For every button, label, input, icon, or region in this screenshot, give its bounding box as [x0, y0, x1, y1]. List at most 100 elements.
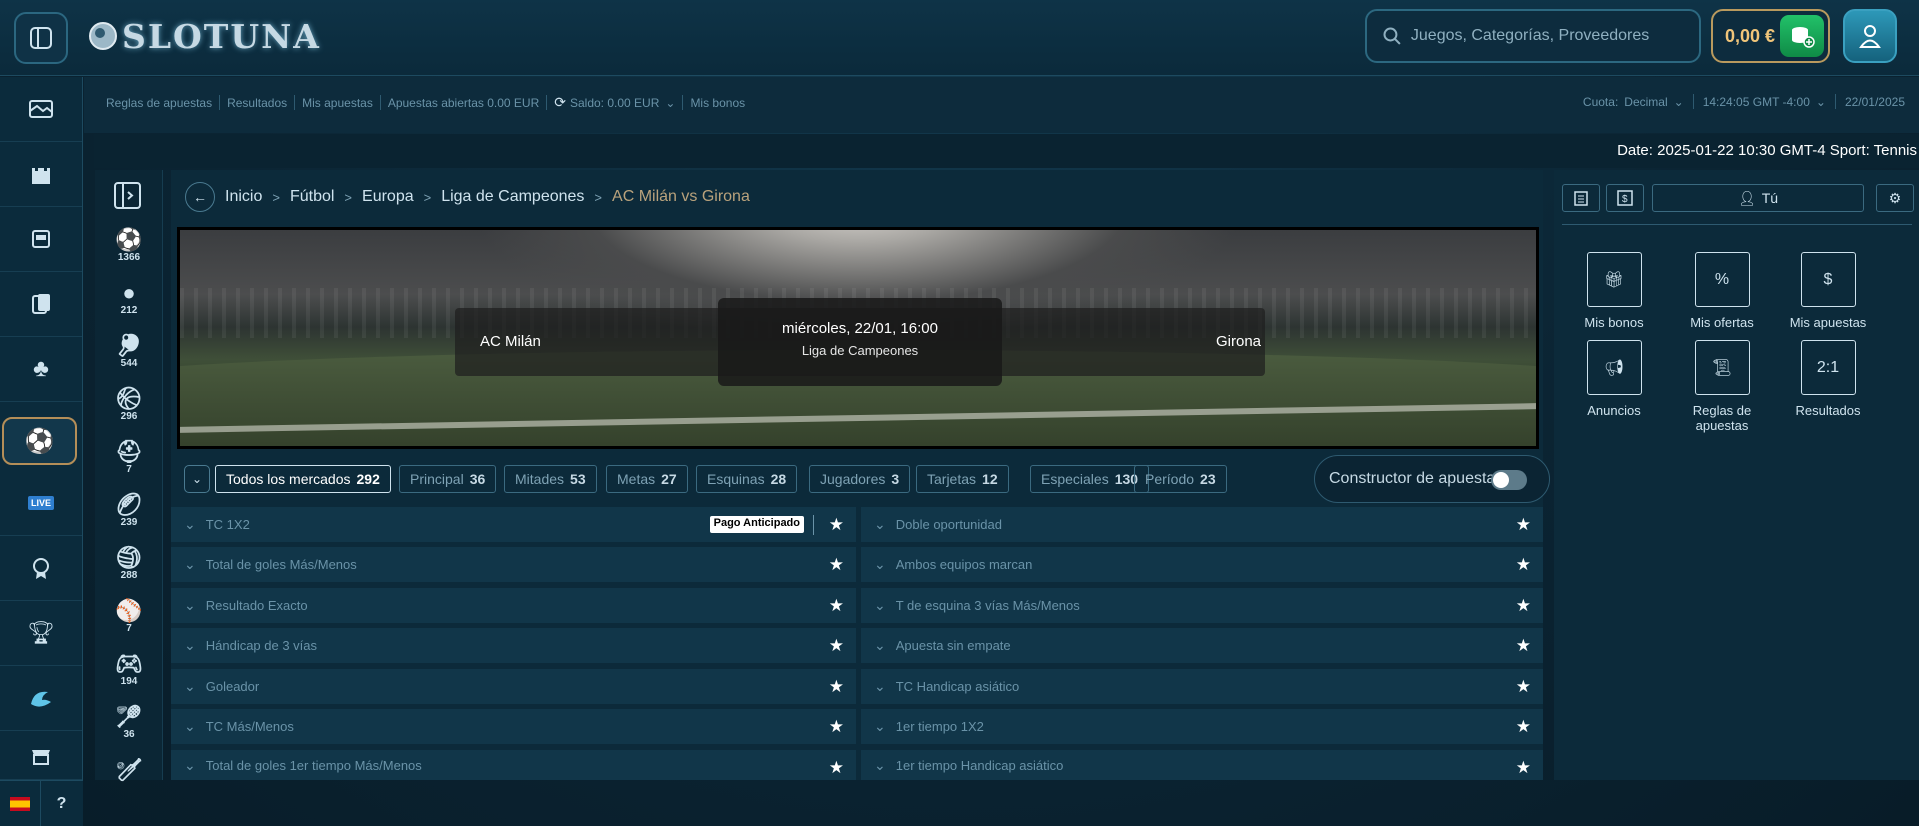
logo[interactable]: SLOTUNA	[88, 14, 321, 58]
breadcrumb-league[interactable]: Liga de Campeones	[441, 188, 584, 206]
market-row[interactable]: ⌄ TC Más/Menos ★	[171, 709, 856, 744]
link-my-bonuses[interactable]: Mis bonos	[690, 96, 745, 110]
market-tab[interactable]: Tarjetas 12	[916, 465, 1009, 493]
star-icon[interactable]: ★	[1516, 677, 1531, 697]
sports-panel-toggle[interactable]	[114, 182, 141, 209]
deposit-button[interactable]	[1780, 15, 1824, 57]
language-selector[interactable]	[0, 781, 41, 826]
sport-item[interactable]: 🏉︎ 239	[95, 493, 163, 529]
sidebar-item-live[interactable]: LIVE	[0, 471, 82, 536]
market-tab[interactable]: Principal 36	[399, 465, 497, 493]
market-row[interactable]: ⌄ T de esquina 3 vías Más/Menos ★	[861, 588, 1543, 623]
market-row[interactable]: ⌄ 1er tiempo Handicap asiático ★	[861, 750, 1543, 780]
quick-link[interactable]: $ Mis apuestas	[1778, 252, 1878, 330]
market-row[interactable]: ⌄ 1er tiempo 1X2 ★	[861, 709, 1543, 744]
settings-button[interactable]: ⚙	[1876, 184, 1914, 212]
breadcrumb-sport[interactable]: Fútbol	[290, 188, 334, 206]
star-icon[interactable]: ★	[1516, 717, 1531, 737]
sport-item[interactable]: ⛑︎ 7	[95, 440, 163, 476]
sidebar-item-poker[interactable]: ♣	[0, 337, 82, 402]
betslip-tab[interactable]	[1562, 184, 1600, 212]
sidebar-item-crash[interactable]	[0, 666, 82, 731]
refresh-icon[interactable]: ⟳	[554, 94, 566, 111]
market-row[interactable]: ⌄ Total de goles 1er tiempo Más/Menos ★	[171, 750, 856, 780]
sidebar-toggle-button[interactable]	[14, 12, 68, 64]
star-icon[interactable]: ★	[829, 555, 844, 575]
market-tab[interactable]: Período 23	[1134, 465, 1227, 493]
market-row[interactable]: ⌄ Ambos equipos marcan ★	[861, 547, 1543, 582]
collapse-all-button[interactable]: ⌄	[184, 465, 210, 493]
search-box[interactable]	[1365, 9, 1701, 63]
market-row[interactable]: ⌄ Hándicap de 3 vías ★	[171, 628, 856, 663]
market-tab[interactable]: Jugadores 3	[809, 465, 911, 493]
user-tab-label: Tú	[1761, 190, 1779, 206]
market-row[interactable]: ⌄ Total de goles Más/Menos ★	[171, 547, 856, 582]
sidebar-item-tournaments[interactable]: 🏆︎	[0, 601, 82, 666]
sidebar-item-vip[interactable]	[0, 536, 82, 601]
star-icon[interactable]: ★	[1516, 515, 1531, 535]
help-button[interactable]: ?	[41, 781, 82, 826]
market-row[interactable]: ⌄ TC 1X2 ★ Pago Anticipado	[171, 507, 856, 542]
quick-link[interactable]: 🎁︎ Mis bonos	[1564, 252, 1664, 330]
cashout-tab[interactable]: $	[1606, 184, 1644, 212]
market-row[interactable]: ⌄ Resultado Exacto ★	[171, 588, 856, 623]
market-tab[interactable]: Mitades 53	[504, 465, 597, 493]
link-balance[interactable]: Saldo: 0.00 EUR	[570, 96, 659, 110]
market-row[interactable]: ⌄ TC Handicap asiático ★	[861, 669, 1543, 704]
sport-item[interactable]: ⚽ 1366	[95, 228, 163, 264]
star-icon[interactable]: ★	[1516, 596, 1531, 616]
user-tab[interactable]: 👤︎ Tú	[1652, 184, 1864, 212]
quick-link[interactable]: 2:1 Resultados	[1778, 340, 1878, 418]
sports-strip: ⚽ 1366 ● 212 🏓︎ 544 🏀︎ 296 ⛑︎ 7 🏉︎ 239 🏐︎ 288 ⚾ 7 🎮︎ 194 🏸…	[95, 170, 163, 782]
sport-item[interactable]: 🏀︎ 296	[95, 387, 163, 423]
sport-item[interactable]: ● 212	[95, 281, 163, 317]
sport-count: 239	[120, 517, 138, 528]
sport-item[interactable]: 🏓︎ 544	[95, 334, 163, 370]
bet-builder-toggle[interactable]	[1491, 470, 1527, 490]
sport-item[interactable]: 🏸︎ 36	[95, 705, 163, 741]
user-profile-button[interactable]	[1843, 9, 1897, 63]
bet-builder[interactable]: Constructor de apuestas	[1314, 455, 1550, 503]
market-row[interactable]: ⌄ Doble oportunidad ★	[861, 507, 1543, 542]
clock-time[interactable]: 14:24:05 GMT -4:00	[1703, 95, 1810, 109]
breadcrumb-home[interactable]: Inicio	[225, 188, 262, 206]
market-tab[interactable]: Metas 27	[606, 465, 688, 493]
sidebar-item-casino[interactable]	[0, 142, 82, 207]
sport-item[interactable]: 🏐︎ 288	[95, 546, 163, 582]
odds-format-select[interactable]: Decimal	[1624, 95, 1667, 109]
back-button[interactable]: ←	[185, 182, 215, 212]
star-icon[interactable]: ★	[1516, 555, 1531, 575]
star-icon[interactable]: ★	[829, 515, 844, 535]
link-rules[interactable]: Reglas de apuestas	[106, 96, 212, 110]
star-icon[interactable]: ★	[829, 758, 844, 778]
link-my-bets[interactable]: Mis apuestas	[302, 96, 373, 110]
market-tab[interactable]: Todos los mercados 292	[215, 465, 391, 493]
breadcrumb-region[interactable]: Europa	[362, 188, 414, 206]
star-icon[interactable]: ★	[829, 677, 844, 697]
sidebar-item-promotions[interactable]	[0, 77, 82, 142]
sidebar-item-sports[interactable]: ⚽	[2, 417, 77, 465]
wallet[interactable]: 0,00 €	[1711, 9, 1830, 63]
sidebar-item-slots[interactable]	[0, 207, 82, 272]
link-open-bets[interactable]: Apuestas abiertas 0.00 EUR	[388, 96, 539, 110]
market-tab[interactable]: Esquinas 28	[696, 465, 798, 493]
sport-item[interactable]: ⚾ 7	[95, 599, 163, 635]
star-icon[interactable]: ★	[829, 717, 844, 737]
live-icon: LIVE	[27, 496, 54, 510]
market-tab[interactable]: Especiales 130	[1030, 465, 1150, 493]
star-icon[interactable]: ★	[829, 596, 844, 616]
quick-link[interactable]: 📢︎ Anuncios	[1564, 340, 1664, 418]
market-row[interactable]: ⌄ Goleador ★	[171, 669, 856, 704]
sidebar-item-cards[interactable]	[0, 272, 82, 337]
quick-link[interactable]: 📜︎ Reglas de apuestas	[1672, 340, 1772, 433]
star-icon[interactable]: ★	[1516, 636, 1531, 656]
quick-link[interactable]: % Mis ofertas	[1672, 252, 1772, 330]
star-icon[interactable]: ★	[1516, 758, 1531, 778]
sport-item[interactable]: 🎮︎ 194	[95, 652, 163, 688]
search-input[interactable]	[1410, 27, 1699, 45]
link-results[interactable]: Resultados	[227, 96, 287, 110]
star-icon[interactable]: ★	[829, 636, 844, 656]
sidebar-item-shop[interactable]	[0, 731, 82, 780]
market-row[interactable]: ⌄ Apuesta sin empate ★	[861, 628, 1543, 663]
sport-item[interactable]: 🏏︎	[95, 758, 163, 782]
